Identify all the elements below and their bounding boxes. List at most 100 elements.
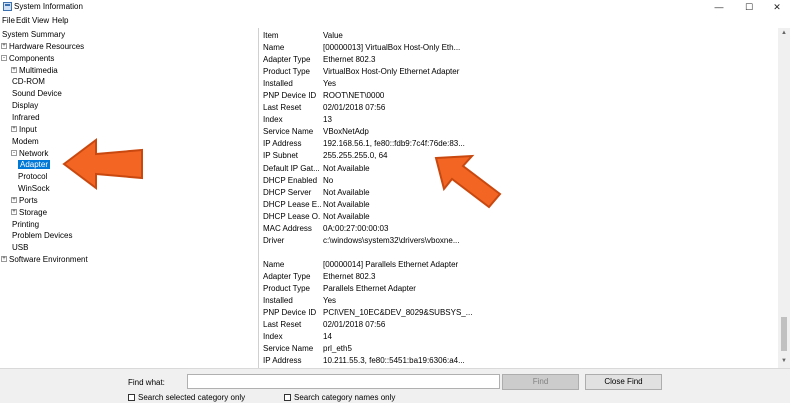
tree-item-software-environment[interactable]: + Software Environment xyxy=(1,254,88,265)
tree-item-sound-device[interactable]: Sound Device xyxy=(12,88,62,99)
table-row[interactable]: IP Address 10.211.55.3, fe80::5451:ba19:6… xyxy=(260,355,778,367)
item-cell: Item xyxy=(263,31,279,40)
collapse-icon[interactable]: - xyxy=(1,54,7,61)
details-list[interactable]: Item Value Name [00000013] VirtualBox Host-… xyxy=(260,28,778,368)
item-cell: IP Address xyxy=(263,356,302,366)
expand-icon[interactable]: + xyxy=(11,196,17,203)
menu-help[interactable]: Help xyxy=(52,16,68,25)
tree-item-input[interactable]: + Input xyxy=(11,124,37,135)
tree-item-network[interactable]: - Network xyxy=(11,148,48,159)
close-window-button[interactable]: ✕ xyxy=(764,0,790,14)
tree-item-infrared[interactable]: Infrared xyxy=(12,112,40,123)
value-cell: Ethernet 802.3 xyxy=(323,271,376,281)
maximize-button[interactable]: ☐ xyxy=(736,0,762,14)
tree-item-label: Sound Device xyxy=(12,89,62,99)
item-cell: Installed xyxy=(263,79,293,89)
item-cell: IP Subnet xyxy=(263,151,298,161)
tree-item-label: WinSock xyxy=(18,184,50,194)
tree-item-label: USB xyxy=(12,243,29,253)
value-cell: [00000014] Parallels Ethernet Adapter xyxy=(323,259,459,269)
close-find-button[interactable]: Close Find xyxy=(585,374,662,390)
table-row[interactable]: Product Type VirtualBox Host-Only Etherne… xyxy=(260,66,778,78)
tree-item-cd-rom[interactable]: CD-ROM xyxy=(12,76,45,87)
tree-item-protocol[interactable]: Protocol xyxy=(18,171,47,182)
expand-icon[interactable]: + xyxy=(1,42,7,49)
find-bar: Find what: Find Close Find Search select… xyxy=(0,368,790,403)
tree-item-label: Protocol xyxy=(18,172,48,182)
table-row[interactable]: Last Reset 02/01/2018 07:56 xyxy=(260,102,778,114)
tree-item-problem-devices[interactable]: Problem Devices xyxy=(12,230,72,241)
item-cell: DHCP Lease E... xyxy=(263,199,321,209)
table-row[interactable]: DHCP Lease E... Not Available xyxy=(260,199,778,211)
table-row[interactable]: Name [00000014] Parallels Ethernet Adapte… xyxy=(260,259,778,271)
table-row[interactable]: PNP Device ID PCI\VEN_10EC&DEV_8029&SUBSY… xyxy=(260,307,778,319)
table-row[interactable]: DHCP Lease O... Not Available xyxy=(260,211,778,223)
item-cell: IP Address xyxy=(263,139,302,149)
value-cell: prl_eth5 xyxy=(323,344,352,354)
table-row[interactable]: Last Reset 02/01/2018 07:56 xyxy=(260,319,778,331)
tree-item-label: Adapter xyxy=(18,160,51,170)
tree-item-modem[interactable]: Modem xyxy=(12,136,39,147)
tree-item-printing[interactable]: Printing xyxy=(12,219,39,230)
scroll-thumb[interactable] xyxy=(781,317,787,351)
expand-icon[interactable]: + xyxy=(1,256,7,263)
table-row[interactable]: IP Address 192.168.56.1, fe80::fdb9:7c4f:… xyxy=(260,138,778,150)
menu-edit[interactable]: Edit xyxy=(16,16,30,25)
table-row[interactable]: Installed Yes xyxy=(260,78,778,90)
table-row[interactable]: Adapter Type Ethernet 802.3 xyxy=(260,271,778,283)
table-row[interactable]: Default IP Gat... Not Available xyxy=(260,163,778,175)
value-cell: Not Available xyxy=(323,187,370,197)
menu-view[interactable]: View xyxy=(32,16,49,25)
find-what-label: Find what: xyxy=(128,378,165,387)
minimize-button[interactable]: — xyxy=(706,0,732,14)
search-category-names-checkbox[interactable]: Search category names only xyxy=(284,393,395,402)
tree-item-winsock[interactable]: WinSock xyxy=(18,183,50,194)
find-button[interactable]: Find xyxy=(502,374,579,390)
tree-item-adapter[interactable]: Adapter xyxy=(18,159,51,170)
tree-item-storage[interactable]: + Storage xyxy=(11,207,47,218)
item-cell: Product Type xyxy=(263,67,310,77)
menu-file[interactable]: File xyxy=(2,16,15,25)
table-row[interactable]: Name [00000013] VirtualBox Host-Only Eth.… xyxy=(260,42,778,54)
scroll-up-icon[interactable]: ▲ xyxy=(781,30,787,36)
value-cell: Not Available xyxy=(323,211,370,221)
table-row[interactable]: Index 14 xyxy=(260,331,778,343)
item-cell: PNP Device ID xyxy=(263,308,317,318)
find-what-input[interactable] xyxy=(187,374,500,389)
tree-item-usb[interactable]: USB xyxy=(12,242,28,253)
table-row[interactable]: IP Subnet 255.255.255.0, 64 xyxy=(260,150,778,162)
table-row[interactable]: PNP Device ID ROOT\NET\0000 xyxy=(260,90,778,102)
tree-item-multimedia[interactable]: + Multimedia xyxy=(11,65,58,76)
annotation-arrow-left-icon xyxy=(62,138,143,190)
tree-item-ports[interactable]: + Ports xyxy=(11,195,38,206)
value-cell: 192.168.56.1, fe80::fdb9:7c4f:76de:83... xyxy=(323,139,465,149)
item-cell: DHCP Lease O... xyxy=(263,211,321,221)
table-row[interactable]: DHCP Enabled No xyxy=(260,175,778,187)
tree-item-display[interactable]: Display xyxy=(12,100,38,111)
table-row[interactable]: Adapter Type Ethernet 802.3 xyxy=(260,54,778,66)
column-header-row[interactable]: Item Value xyxy=(260,30,778,42)
tree-item-system-summary[interactable]: System Summary xyxy=(2,29,65,40)
category-tree[interactable]: System Summary + Hardware Resources - Compon… xyxy=(0,28,259,368)
tree-item-hardware-resources[interactable]: + Hardware Resources xyxy=(1,41,84,52)
system-information-app-icon xyxy=(3,2,12,11)
table-row[interactable]: Service Name prl_eth5 xyxy=(260,343,778,355)
scroll-down-icon[interactable]: ▼ xyxy=(781,358,787,364)
table-row[interactable]: Installed Yes xyxy=(260,295,778,307)
table-row[interactable]: DHCP Server Not Available xyxy=(260,187,778,199)
table-row[interactable]: Driver c:\windows\system32\drivers\vboxne… xyxy=(260,235,778,247)
expand-icon[interactable]: + xyxy=(11,125,17,132)
expand-icon[interactable]: + xyxy=(11,66,17,73)
search-selected-category-checkbox[interactable]: Search selected category only xyxy=(128,393,245,402)
table-row[interactable]: Product Type Parallels Ethernet Adapter xyxy=(260,283,778,295)
value-cell: Not Available xyxy=(323,199,370,209)
table-row[interactable]: Service Name VBoxNetAdp xyxy=(260,126,778,138)
table-row[interactable]: Index 13 xyxy=(260,114,778,126)
value-cell: Yes xyxy=(323,79,337,89)
tree-item-components[interactable]: - Components xyxy=(1,53,54,64)
value-cell: 02/01/2018 07:56 xyxy=(323,320,386,330)
collapse-icon[interactable]: - xyxy=(11,149,17,156)
vertical-scrollbar[interactable]: ▲ ▼ xyxy=(778,28,790,368)
expand-icon[interactable]: + xyxy=(11,208,17,215)
table-row[interactable]: MAC Address 0A:00:27:00:00:03 xyxy=(260,223,778,235)
